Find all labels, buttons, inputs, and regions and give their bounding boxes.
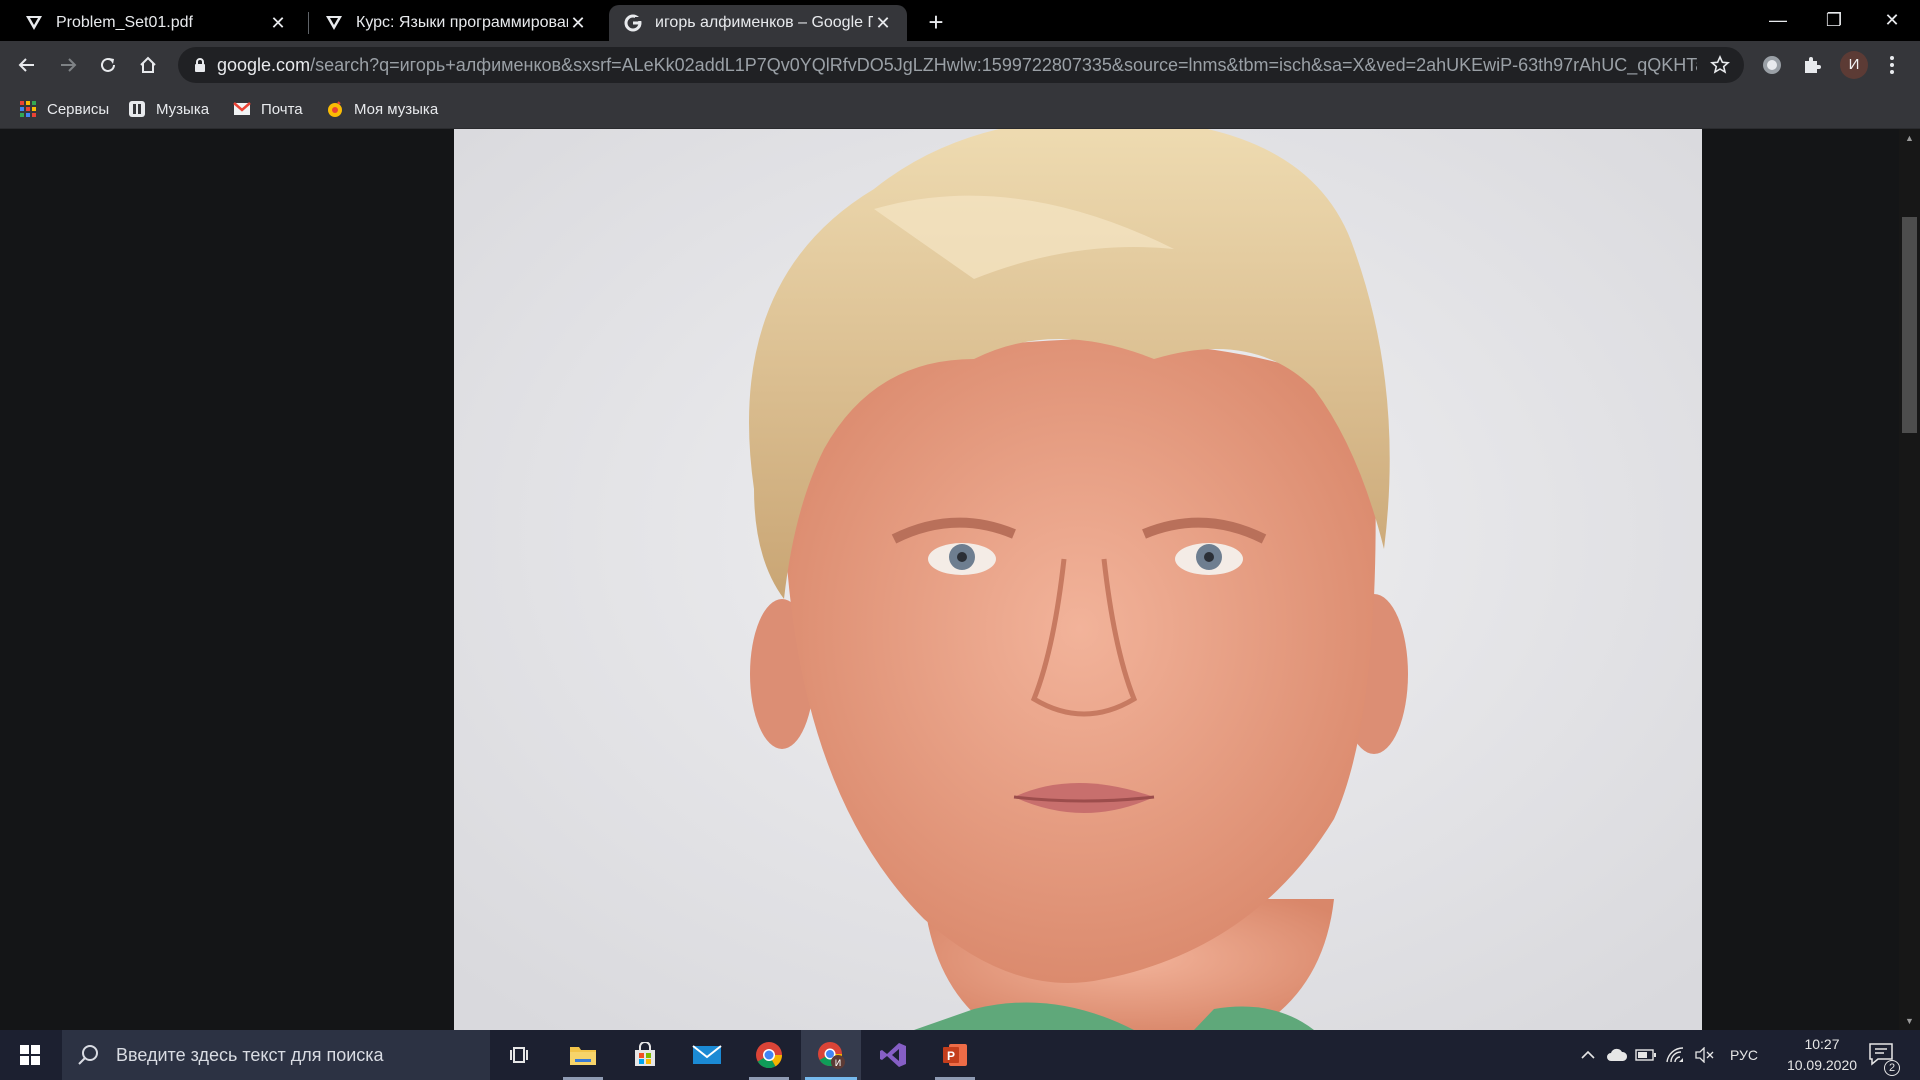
chrome-icon[interactable] — [739, 1030, 799, 1080]
home-icon — [140, 56, 156, 73]
new-tab-button[interactable]: + — [922, 8, 950, 36]
vertical-scrollbar[interactable]: ▲ ▼ — [1899, 129, 1920, 1030]
tab-title: Курс: Языки программировани — [356, 14, 568, 31]
powerpoint-icon[interactable]: P — [925, 1030, 985, 1080]
close-icon[interactable]: ✕ — [568, 13, 588, 33]
action-center-button[interactable]: 2 — [1868, 1042, 1900, 1076]
page-content — [0, 129, 1899, 1030]
visual-studio-icon[interactable] — [863, 1030, 923, 1080]
windows-logo-icon — [20, 1045, 40, 1065]
file-explorer-icon[interactable] — [553, 1030, 613, 1080]
close-icon[interactable]: ✕ — [268, 13, 288, 33]
url-text[interactable]: google.com/search?q=игорь+алфименков&sxs… — [217, 47, 1697, 83]
bookmark-label: Сервисы — [47, 100, 110, 118]
star-icon[interactable] — [1710, 55, 1730, 75]
url-host: google.com — [217, 55, 311, 75]
taskbar-search[interactable]: Введите здесь текст для поиска — [62, 1030, 490, 1080]
google-g-icon — [623, 13, 643, 33]
close-window-button[interactable]: ✕ — [1864, 0, 1920, 41]
bookmark-services[interactable]: Сервисы — [19, 95, 109, 123]
arrow-right-icon — [61, 58, 77, 72]
bookmark-label: Почта — [261, 100, 303, 118]
apps-grid-icon — [20, 101, 36, 117]
scroll-down-arrow-icon[interactable]: ▼ — [1903, 1016, 1916, 1026]
portrait-image[interactable] — [454, 129, 1702, 1030]
battery-icon[interactable] — [1634, 1043, 1658, 1067]
lock-icon[interactable] — [192, 57, 208, 73]
tab-strip: Problem_Set01.pdf ✕ Курс: Языки программ… — [0, 0, 1920, 41]
chevron-up-icon[interactable] — [1576, 1043, 1600, 1067]
microsoft-store-icon[interactable] — [615, 1030, 675, 1080]
tab-title: игорь алфименков – Google По — [655, 14, 873, 31]
bookmark-label: Музыка — [156, 100, 210, 118]
input-language[interactable]: РУС — [1730, 1030, 1758, 1080]
bookmark-label: Моя музыка — [354, 100, 439, 118]
extension-record-icon[interactable] — [1760, 53, 1784, 77]
browser-toolbar: google.com/search?q=игорь+алфименков&sxs… — [0, 41, 1920, 89]
portrait-illustration — [454, 129, 1702, 1030]
tab-separator — [308, 12, 309, 34]
back-button[interactable] — [11, 49, 43, 81]
scroll-thumb[interactable] — [1902, 217, 1917, 433]
notification-count-badge: 2 — [1884, 1060, 1900, 1076]
onedrive-cloud-icon[interactable] — [1605, 1043, 1629, 1067]
tab-title: Problem_Set01.pdf — [56, 14, 193, 31]
url-path: /search?q=игорь+алфименков&sxsrf=ALeKk02… — [310, 55, 1697, 75]
mail-icon[interactable] — [677, 1030, 737, 1080]
menu-dots-icon[interactable] — [1882, 51, 1902, 79]
arrow-left-icon — [18, 58, 34, 72]
search-placeholder: Введите здесь текст для поиска — [116, 1044, 384, 1065]
address-bar[interactable]: google.com/search?q=игорь+алфименков&sxs… — [178, 47, 1744, 83]
tab-course[interactable]: Курс: Языки программировани ✕ — [310, 5, 602, 41]
home-button[interactable] — [132, 49, 164, 81]
search-icon — [78, 1045, 98, 1065]
bookmark-mail[interactable]: Почта — [233, 95, 303, 123]
scroll-up-arrow-icon[interactable]: ▲ — [1903, 133, 1916, 143]
reload-icon — [101, 57, 115, 72]
minimize-button[interactable]: — — [1750, 0, 1806, 41]
windows-taskbar: Введите здесь текст для поиска И P РУС 1… — [0, 1030, 1920, 1080]
v-triangle-icon — [24, 13, 44, 33]
bookmark-music[interactable]: Музыка — [128, 95, 209, 123]
speaker-muted-icon[interactable] — [1692, 1043, 1716, 1067]
chrome-profile-icon[interactable]: И — [801, 1030, 861, 1080]
clock[interactable]: 10:27 10.09.2020 — [1772, 1034, 1872, 1076]
profile-avatar[interactable]: И — [1840, 51, 1868, 79]
tab-problem-set[interactable]: Problem_Set01.pdf ✕ — [10, 5, 302, 41]
gmail-icon — [233, 102, 251, 115]
reload-button[interactable] — [92, 49, 124, 81]
svg-text:И: И — [835, 1059, 842, 1069]
bookmark-my-music[interactable]: Моя музыка — [326, 95, 438, 123]
bookmarks-bar: Сервисы Музыка Почта Моя музыка — [0, 89, 1920, 129]
task-view-icon[interactable] — [490, 1030, 550, 1080]
tab-google-search[interactable]: игорь алфименков – Google По ✕ — [609, 5, 907, 41]
forward-button[interactable] — [52, 49, 84, 81]
puzzle-icon[interactable] — [1800, 53, 1824, 77]
v-triangle-icon — [324, 13, 344, 33]
clock-time: 10:27 — [1804, 1036, 1840, 1052]
svg-text:P: P — [947, 1049, 955, 1063]
close-icon[interactable]: ✕ — [873, 13, 893, 33]
wifi-icon[interactable] — [1663, 1043, 1687, 1067]
music-app-icon — [129, 101, 145, 117]
restore-button[interactable]: ❐ — [1806, 0, 1862, 41]
start-button[interactable] — [0, 1030, 60, 1080]
my-music-icon — [328, 101, 342, 117]
clock-date: 10.09.2020 — [1786, 1057, 1858, 1073]
